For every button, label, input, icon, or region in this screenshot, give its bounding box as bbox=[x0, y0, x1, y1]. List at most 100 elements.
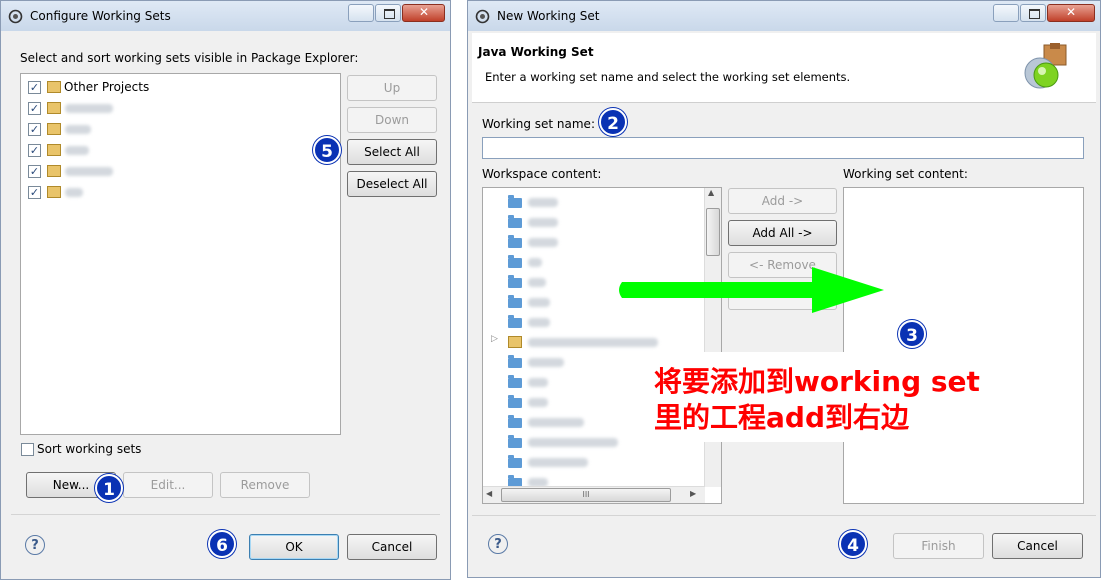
horizontal-scrollbar[interactable]: ◀ III ▶ bbox=[483, 486, 705, 503]
checkbox[interactable]: ✓ bbox=[28, 123, 41, 136]
dialog-title: New Working Set bbox=[497, 9, 600, 23]
minimize-button[interactable] bbox=[348, 4, 374, 22]
dialog-title: Configure Working Sets bbox=[30, 9, 171, 23]
expand-arrow-icon[interactable]: ▷ bbox=[491, 334, 498, 344]
blurred-label bbox=[528, 398, 548, 407]
blurred-label bbox=[528, 238, 558, 247]
cancel-button[interactable]: Cancel bbox=[992, 533, 1083, 559]
remove-button[interactable]: Remove bbox=[220, 472, 310, 498]
list-item[interactable]: ✓ bbox=[25, 120, 325, 138]
close-icon: ✕ bbox=[419, 5, 430, 19]
checkbox[interactable]: ✓ bbox=[28, 186, 41, 199]
checkbox[interactable]: ✓ bbox=[28, 81, 41, 94]
header-title: Java Working Set bbox=[478, 45, 594, 59]
maximize-icon bbox=[1029, 9, 1040, 19]
maximize-button[interactable] bbox=[1020, 4, 1046, 22]
blurred-label bbox=[528, 418, 584, 427]
close-button[interactable]: ✕ bbox=[402, 4, 445, 22]
blurred-label bbox=[65, 167, 113, 176]
up-button[interactable]: Up bbox=[347, 75, 437, 101]
add-all-button[interactable]: Add All -> bbox=[728, 220, 837, 246]
edit-button[interactable]: Edit... bbox=[123, 472, 213, 498]
list-item[interactable]: ✓ bbox=[25, 99, 325, 117]
blurred-label bbox=[528, 438, 618, 447]
checkbox[interactable]: ✓ bbox=[28, 165, 41, 178]
maximize-button[interactable] bbox=[375, 4, 401, 22]
annotation-badge-2: 2 bbox=[599, 108, 627, 136]
titlebar: Configure Working Sets ✕ bbox=[1, 1, 450, 31]
blurred-label bbox=[528, 378, 548, 387]
blurred-label bbox=[65, 188, 83, 197]
package-icon bbox=[508, 235, 522, 248]
tree-item[interactable] bbox=[506, 214, 696, 230]
instruction-label: Select and sort working sets visible in … bbox=[20, 51, 359, 65]
blurred-label bbox=[528, 318, 550, 327]
blurred-label bbox=[528, 278, 546, 287]
deselect-all-button[interactable]: Deselect All bbox=[347, 171, 437, 197]
working-set-icon bbox=[47, 81, 61, 93]
list-item[interactable]: ✓ Other Projects bbox=[25, 78, 325, 96]
vertical-scrollbar[interactable]: ▲ bbox=[704, 188, 721, 487]
workspace-content-tree[interactable]: ▷ ▲ ◀ III ▶ bbox=[482, 187, 722, 504]
working-set-icon bbox=[47, 123, 61, 135]
annotation-badge-5: 5 bbox=[313, 136, 341, 164]
divider bbox=[11, 514, 440, 515]
list-item-label: Other Projects bbox=[64, 80, 150, 94]
blurred-label bbox=[528, 218, 558, 227]
list-item[interactable]: ✓ bbox=[25, 141, 325, 159]
scroll-left-icon[interactable]: ◀ bbox=[486, 489, 492, 498]
blurred-label bbox=[528, 338, 658, 347]
note-line-2: 里的工程add到右边 bbox=[654, 401, 909, 434]
working-set-name-input[interactable] bbox=[482, 137, 1084, 159]
package-icon bbox=[508, 315, 522, 328]
checkbox[interactable]: ✓ bbox=[28, 102, 41, 115]
scroll-grip: III bbox=[582, 490, 590, 499]
add-button[interactable]: Add -> bbox=[728, 188, 837, 214]
scroll-right-icon[interactable]: ▶ bbox=[690, 489, 696, 498]
tree-item[interactable] bbox=[506, 234, 696, 250]
package-icon bbox=[508, 415, 522, 428]
tree-item[interactable] bbox=[506, 194, 696, 210]
workspace-content-label: Workspace content: bbox=[482, 167, 602, 181]
package-icon bbox=[508, 255, 522, 268]
checkbox[interactable]: ✓ bbox=[28, 144, 41, 157]
tree-item[interactable]: ▷ bbox=[491, 334, 696, 350]
blurred-label bbox=[528, 458, 588, 467]
help-icon[interactable]: ? bbox=[25, 535, 45, 555]
blurred-label bbox=[528, 358, 564, 367]
package-icon bbox=[508, 275, 522, 288]
list-item[interactable]: ✓ bbox=[25, 162, 325, 180]
down-button[interactable]: Down bbox=[347, 107, 437, 133]
annotation-badge-3: 3 bbox=[898, 320, 926, 348]
annotation-note: 将要添加到working set 里的工程add到右边 bbox=[646, 352, 1006, 442]
note-line-1: 将要添加到working set bbox=[654, 365, 980, 398]
sort-label: Sort working sets bbox=[37, 442, 142, 456]
working-set-content-list[interactable] bbox=[843, 187, 1084, 504]
sort-checkbox[interactable] bbox=[21, 443, 34, 456]
list-item[interactable]: ✓ bbox=[25, 183, 325, 201]
divider bbox=[472, 515, 1096, 516]
annotation-badge-4: 4 bbox=[839, 530, 867, 558]
package-icon bbox=[508, 295, 522, 308]
annotation-badge-1: 1 bbox=[95, 474, 123, 502]
finish-button[interactable]: Finish bbox=[893, 533, 984, 559]
configure-working-sets-dialog: Configure Working Sets ✕ Select and sort… bbox=[0, 0, 451, 580]
close-button[interactable]: ✕ bbox=[1047, 4, 1095, 22]
select-all-button[interactable]: Select All bbox=[347, 139, 437, 165]
working-sets-list[interactable]: ✓ Other Projects ✓ ✓ ✓ ✓ ✓ bbox=[20, 73, 341, 435]
eclipse-icon bbox=[475, 9, 490, 24]
working-set-icon bbox=[47, 165, 61, 177]
titlebar: New Working Set ✕ bbox=[468, 1, 1100, 31]
help-icon[interactable]: ? bbox=[488, 534, 508, 554]
blurred-label bbox=[528, 198, 558, 207]
horizontal-scroll-thumb[interactable]: III bbox=[501, 488, 671, 502]
working-set-name-label: Working set name: bbox=[482, 117, 595, 131]
green-arrow-annotation bbox=[619, 267, 884, 313]
ok-button[interactable]: OK bbox=[249, 534, 339, 560]
scroll-up-icon[interactable]: ▲ bbox=[708, 188, 714, 197]
tree-item[interactable] bbox=[506, 454, 696, 470]
vertical-scroll-thumb[interactable] bbox=[706, 208, 720, 256]
blurred-label bbox=[528, 298, 550, 307]
minimize-button[interactable] bbox=[993, 4, 1019, 22]
cancel-button[interactable]: Cancel bbox=[347, 534, 437, 560]
